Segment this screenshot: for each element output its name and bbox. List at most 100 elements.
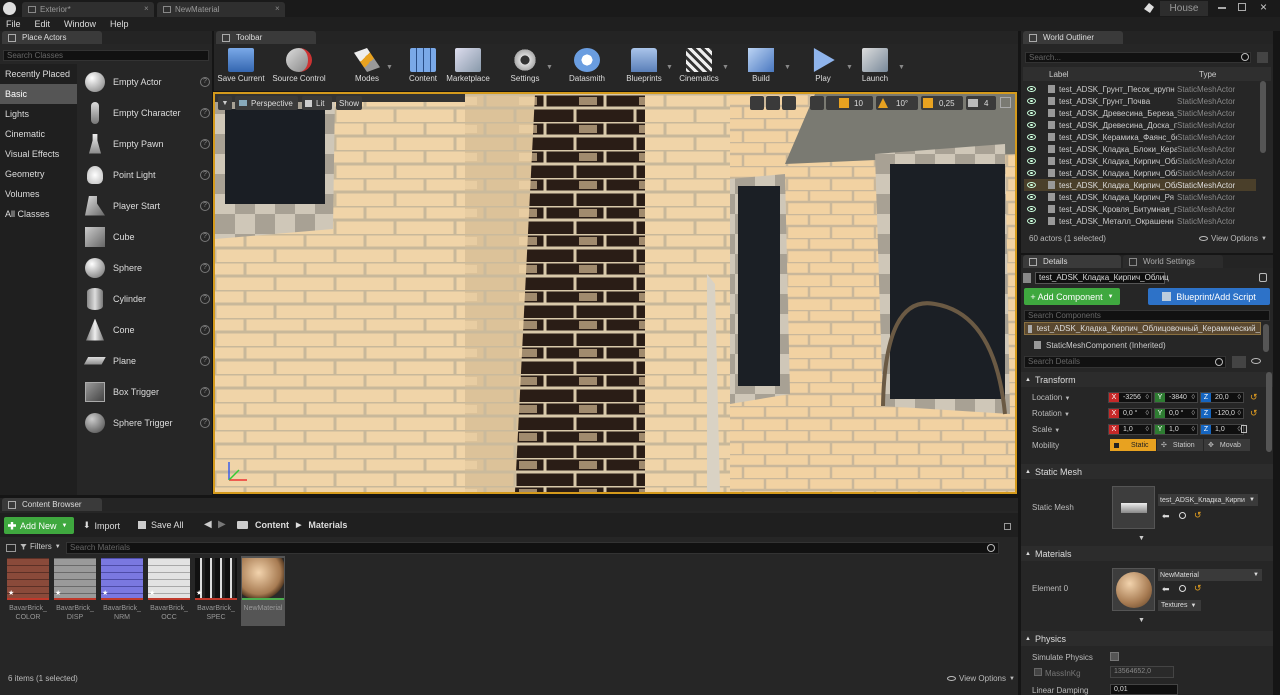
visibility-eye-icon[interactable]: [1027, 218, 1036, 224]
lock-icon[interactable]: [1259, 273, 1267, 282]
category-cinematic[interactable]: Cinematic: [0, 124, 77, 144]
minimize-button[interactable]: [1218, 7, 1226, 9]
asset-tile[interactable]: ★ BavarBrick_ OCC: [147, 558, 191, 622]
tab-newmaterial[interactable]: NewMaterial ×: [157, 2, 285, 17]
asset-tile[interactable]: ★ BavarBrick_ SPEC: [194, 558, 238, 622]
world-local-icon[interactable]: [810, 96, 824, 110]
material-thumbnail[interactable]: [1112, 568, 1155, 611]
component-scrollbar[interactable]: [1263, 324, 1269, 352]
breadcrumb-content[interactable]: Content: [255, 520, 289, 530]
spin-icon[interactable]: ◊: [1238, 409, 1241, 418]
build-dropdown-icon[interactable]: ▼: [784, 64, 791, 71]
spin-icon[interactable]: ◊: [1146, 409, 1149, 418]
outliner-row[interactable]: test_ADSK_Кладка_Кирпич_Обл StaticMeshAct…: [1024, 167, 1256, 179]
close-window-button[interactable]: ×: [1260, 0, 1267, 14]
visibility-eye-icon[interactable]: [1027, 146, 1036, 152]
rotation-z-field[interactable]: Z -120,0 ◊: [1200, 408, 1244, 419]
help-icon[interactable]: ?: [200, 231, 210, 242]
camera-speed-button[interactable]: 4: [966, 96, 996, 110]
visibility-eye-icon[interactable]: [1027, 182, 1036, 188]
static-mesh-section[interactable]: ▲ Static Mesh: [1021, 464, 1273, 479]
spin-icon[interactable]: ◊: [1238, 393, 1241, 402]
actor-empty-pawn[interactable]: Empty Pawn?: [80, 128, 210, 159]
transform-section[interactable]: ▲ Transform: [1021, 372, 1273, 387]
scale-gizmo-icon[interactable]: [782, 96, 796, 110]
visibility-eye-icon[interactable]: [1027, 170, 1036, 176]
rotation-label[interactable]: Rotation ▼: [1032, 409, 1070, 418]
visibility-eye-icon[interactable]: [1027, 158, 1036, 164]
search-icon[interactable]: [1215, 358, 1223, 366]
translate-gizmo-icon[interactable]: [750, 96, 764, 110]
mobility-static-button[interactable]: Static: [1110, 439, 1156, 451]
asset-view-options[interactable]: View Options ▼: [947, 674, 1015, 683]
rotate-gizmo-icon[interactable]: [766, 96, 780, 110]
root-component-row[interactable]: test_ADSK_Кладка_Кирпич_Облицовочный_Кер…: [1024, 322, 1261, 335]
use-selected-icon[interactable]: ⬅: [1162, 584, 1170, 595]
breadcrumb-materials[interactable]: Materials: [308, 520, 347, 530]
outliner-row[interactable]: test_ADSK_Кровля_Битумная_г StaticMeshAct…: [1024, 203, 1256, 215]
settings-dropdown-icon[interactable]: ▼: [546, 64, 553, 71]
outliner-row[interactable]: test_ADSK_Кладка_Кирпич_Ря StaticMeshActo…: [1024, 191, 1256, 203]
linear-damping-field[interactable]: 0,01: [1110, 684, 1178, 695]
grid-snap-toggle[interactable]: 10: [837, 96, 873, 110]
browse-icon[interactable]: [1179, 512, 1186, 519]
filters-button[interactable]: Filters ▼: [20, 542, 61, 551]
blueprints-dropdown-icon[interactable]: ▼: [666, 64, 673, 71]
rotation-y-field[interactable]: Y 0,0 ° ◊: [1154, 408, 1198, 419]
outliner-row[interactable]: test_ADSK_Древесина_Доска_п StaticMeshAct…: [1024, 119, 1256, 131]
show-button[interactable]: Show: [336, 96, 362, 110]
tab-world-outliner[interactable]: World Outliner: [1023, 31, 1123, 44]
outliner-row[interactable]: test_ADSK_Кладка_Кирпич_Обл StaticMeshAct…: [1024, 155, 1256, 167]
actor-box-trigger[interactable]: Box Trigger?: [80, 376, 210, 407]
actor-cube[interactable]: Cube?: [80, 221, 210, 252]
help-icon[interactable]: ?: [200, 138, 210, 149]
category-visual-effects[interactable]: Visual Effects: [0, 144, 77, 164]
save-all-button[interactable]: Save All: [138, 520, 184, 530]
level-viewport[interactable]: ▼ Perspective Lit Show 10 10° 0,25 4: [213, 92, 1017, 494]
tab-world-settings[interactable]: World Settings: [1123, 255, 1223, 268]
static-mesh-thumbnail[interactable]: [1112, 486, 1155, 529]
search-materials-input[interactable]: Search Materials: [66, 542, 999, 554]
expand-icon[interactable]: ▼: [1138, 617, 1145, 624]
textures-dropdown[interactable]: Textures ▼: [1158, 600, 1201, 611]
static-mesh-component-row[interactable]: StaticMeshComponent (Inherited): [1034, 339, 1234, 351]
actor-empty-actor[interactable]: Empty Actor?: [80, 66, 210, 97]
physics-section[interactable]: ▲ Physics: [1021, 631, 1273, 646]
rotation-x-field[interactable]: X 0,0 ° ◊: [1108, 408, 1152, 419]
spin-icon[interactable]: ◊: [1146, 425, 1149, 434]
help-icon[interactable]: ?: [200, 169, 210, 180]
menu-edit[interactable]: Edit: [35, 19, 51, 29]
category-basic[interactable]: Basic: [0, 84, 77, 104]
help-icon[interactable]: ?: [200, 200, 210, 211]
materials-section[interactable]: ▲ Materials: [1021, 546, 1273, 561]
asset-tile[interactable]: NewMaterial: [241, 556, 285, 626]
cinematics-dropdown-icon[interactable]: ▼: [722, 64, 729, 71]
outliner-row[interactable]: test_ADSK_Кладка_Блоки_Кера StaticMeshAct…: [1024, 143, 1256, 155]
menu-window[interactable]: Window: [64, 19, 96, 29]
launch-button[interactable]: Launch: [849, 46, 901, 86]
sources-toggle-icon[interactable]: [6, 544, 16, 552]
scale-y-field[interactable]: Y 1,0 ◊: [1154, 424, 1198, 435]
asset-tile[interactable]: ★ BavarBrick_ DISP: [53, 558, 97, 622]
spin-icon[interactable]: ◊: [1192, 425, 1195, 434]
column-type[interactable]: Type: [1199, 70, 1216, 79]
actor-point-light[interactable]: Point Light?: [80, 159, 210, 190]
scale-z-field[interactable]: Z 1,0 ◊: [1200, 424, 1244, 435]
marketplace-button[interactable]: Marketplace: [442, 46, 494, 86]
actor-empty-character[interactable]: Empty Character?: [80, 97, 210, 128]
modes-dropdown-icon[interactable]: ▼: [386, 64, 393, 71]
static-mesh-dropdown[interactable]: test_ADSK_Кладка_Кирпи ▼: [1158, 494, 1258, 506]
visibility-eye-icon[interactable]: [1027, 86, 1036, 92]
category-lights[interactable]: Lights: [0, 104, 77, 124]
visibility-eye-icon[interactable]: [1027, 206, 1036, 212]
actor-cone[interactable]: Cone?: [80, 314, 210, 345]
outliner-row[interactable]: test_ADSK_Грунт_Песок_крупн StaticMeshAct…: [1024, 83, 1256, 95]
category-all-classes[interactable]: All Classes: [0, 204, 77, 224]
folder-icon[interactable]: [237, 521, 248, 529]
close-icon[interactable]: ×: [144, 4, 149, 13]
help-icon[interactable]: ?: [200, 324, 210, 335]
outliner-scrollbar[interactable]: [1260, 81, 1266, 153]
play-button[interactable]: Play: [797, 46, 849, 86]
asset-tile[interactable]: ★ BavarBrick_ COLOR: [6, 558, 50, 622]
asset-tile[interactable]: ★ BavarBrick_ NRM: [100, 558, 144, 622]
